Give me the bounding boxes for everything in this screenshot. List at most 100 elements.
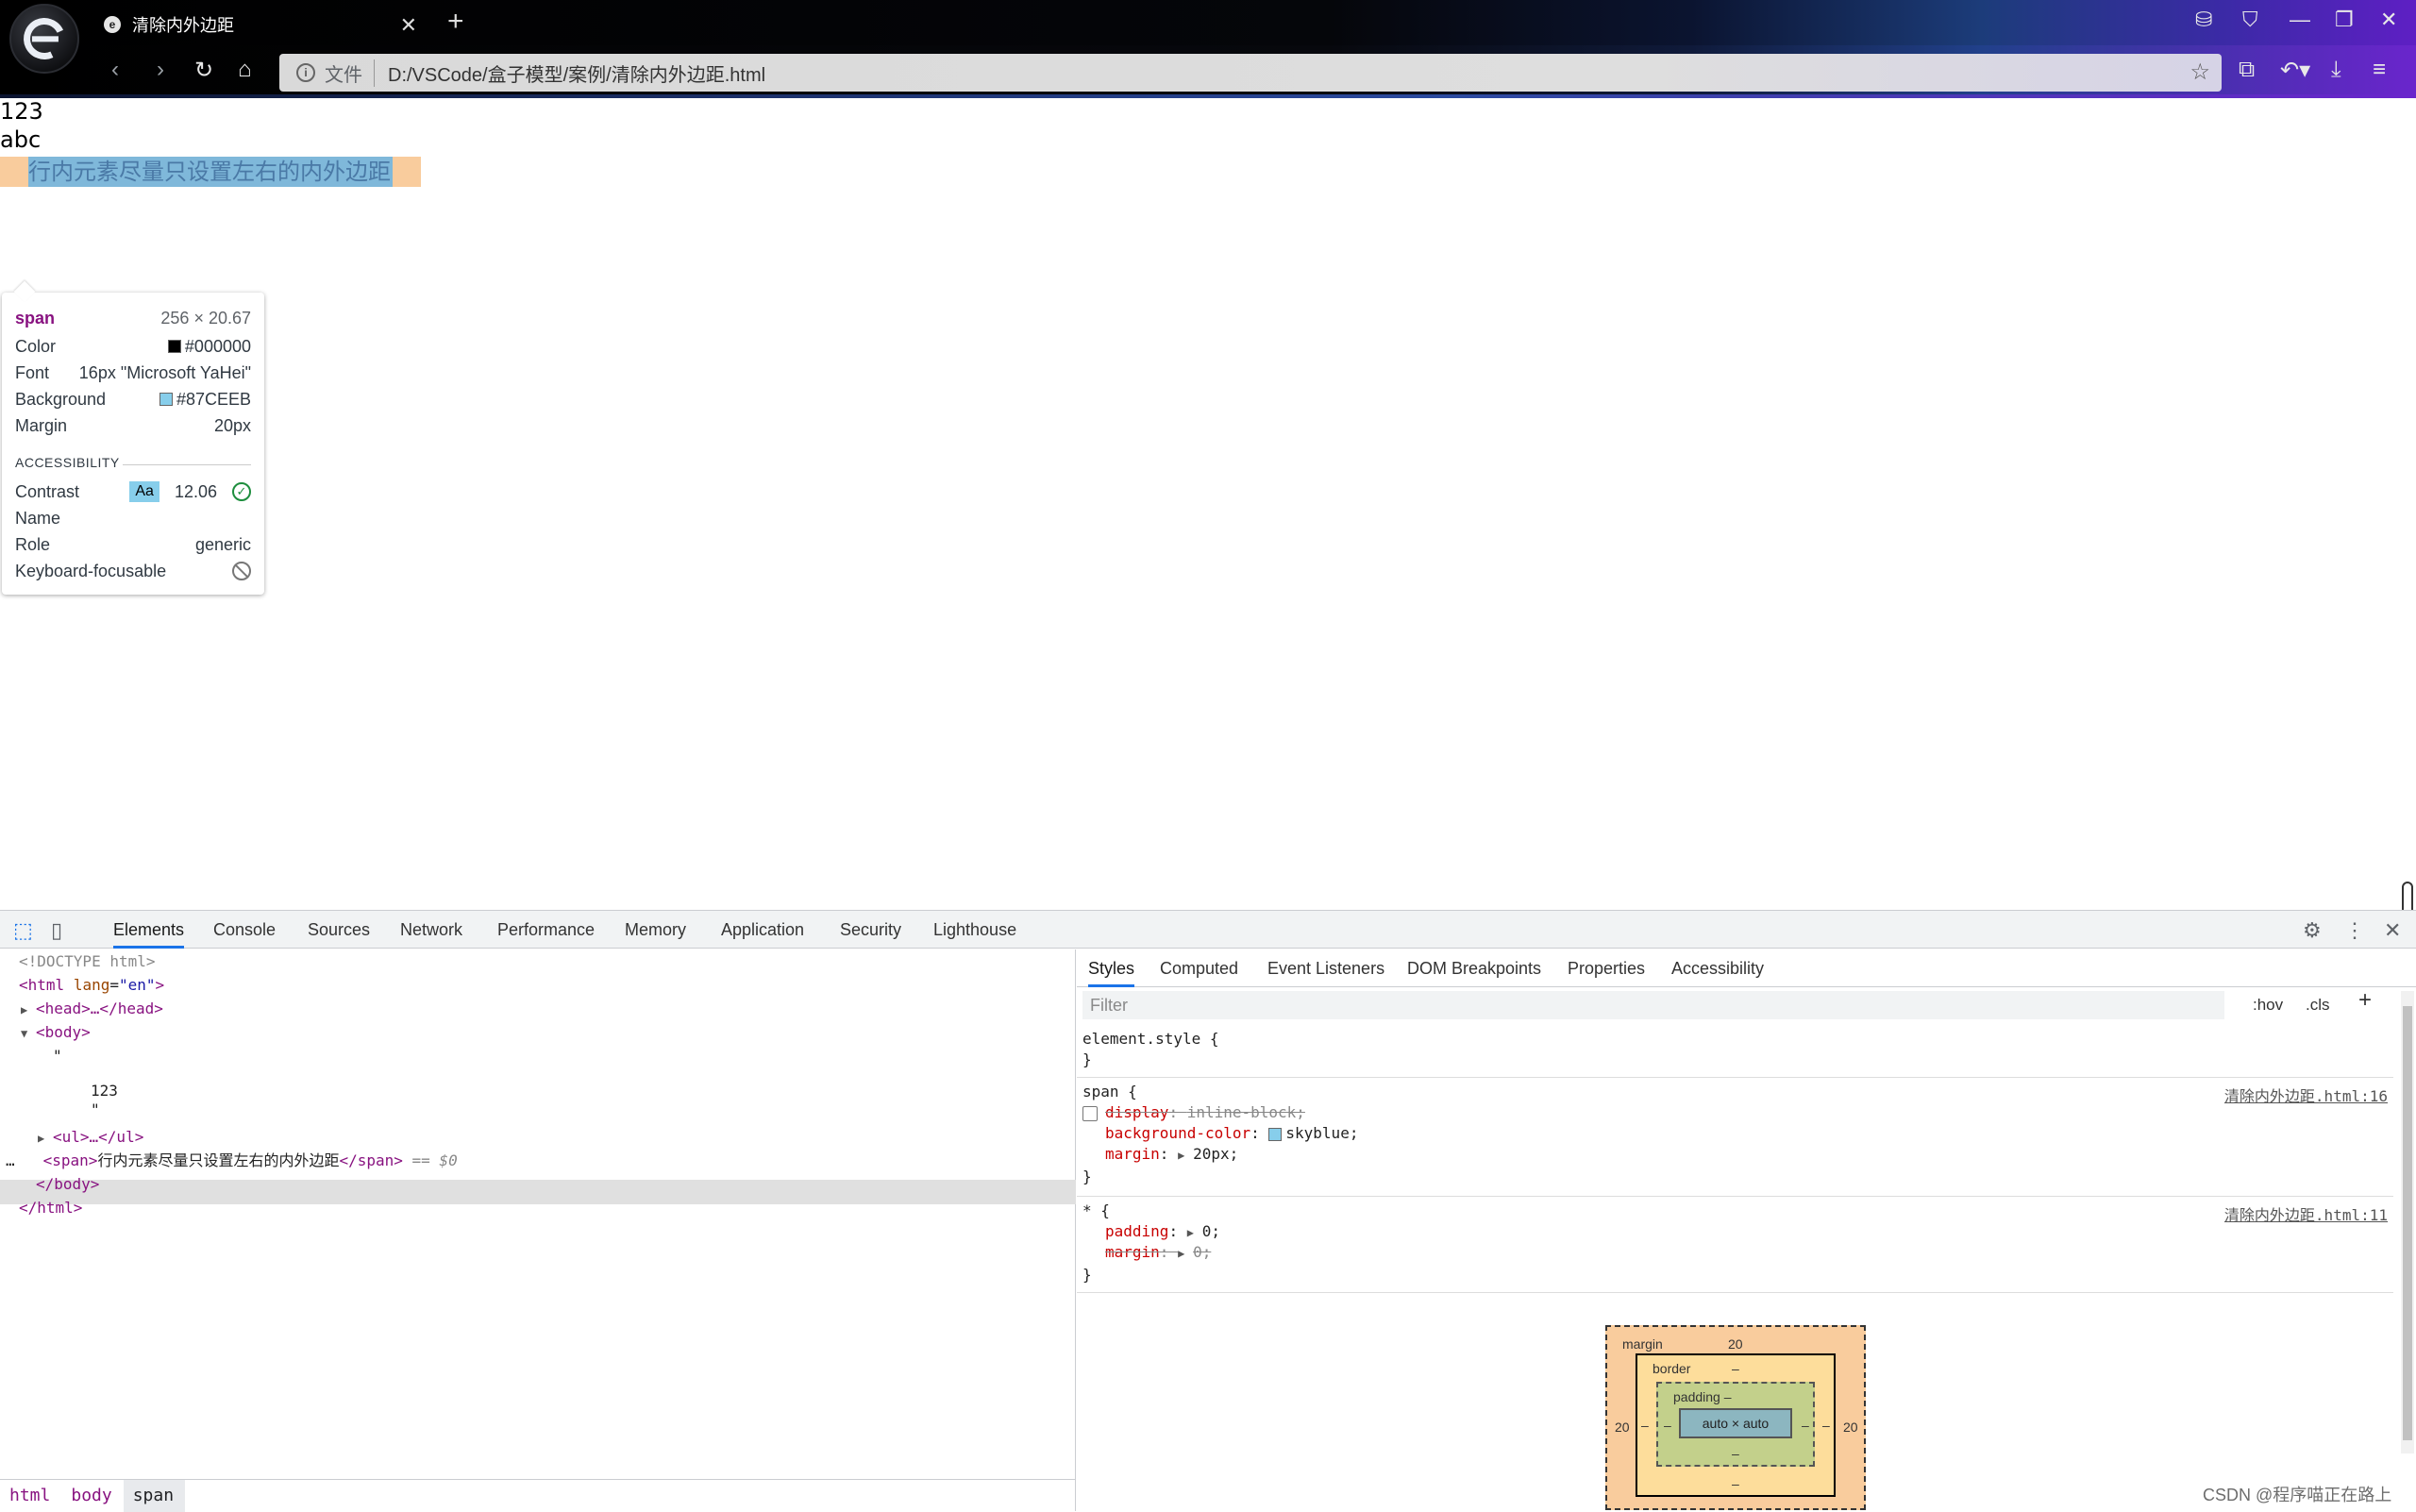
box-model-border-right[interactable]: –	[1822, 1418, 1830, 1433]
tab-memory[interactable]: Memory	[625, 911, 686, 949]
box-model-border-top[interactable]: –	[1732, 1361, 1739, 1376]
more-options-icon[interactable]: ⋮	[2344, 918, 2365, 943]
tab-application[interactable]: Application	[721, 911, 804, 949]
tab-title: 清除内外边距	[132, 16, 234, 35]
box-model-border-left[interactable]: –	[1641, 1418, 1649, 1433]
decl-margin[interactable]: margin: ▶ 20px;	[1105, 1144, 1238, 1165]
info-icon[interactable]: i	[296, 63, 315, 82]
color-swatch-icon[interactable]	[1268, 1127, 1283, 1141]
decl-background-color[interactable]: background-color: skyblue;	[1105, 1123, 1358, 1144]
box-model-padding[interactable]: padding – – – – auto × auto	[1656, 1382, 1815, 1467]
decl-display[interactable]: display: inline-block;	[1082, 1102, 1305, 1123]
dom-ul[interactable]: ▶ <ul>…</ul>	[38, 1125, 143, 1149]
devtools-close-icon[interactable]: ✕	[2384, 918, 2401, 943]
tooltip-color-label: Color	[15, 336, 57, 356]
address-url[interactable]: D:/VSCode/盒子模型/案例/清除内外边距.html	[388, 59, 765, 87]
tab-network[interactable]: Network	[400, 911, 462, 949]
box-model-border-bottom[interactable]: –	[1732, 1476, 1739, 1491]
tab-console[interactable]: Console	[213, 911, 276, 949]
device-toolbar-icon[interactable]: ▯	[51, 918, 62, 943]
span-rule-source-link[interactable]: 清除内外边距.html:16	[2224, 1084, 2388, 1106]
text-abc: abc	[0, 126, 42, 153]
expand-triangle-icon: ▶	[1178, 1149, 1185, 1162]
forward-icon[interactable]: ›	[157, 57, 164, 83]
decl-margin-overridden[interactable]: margin: ▶ 0;	[1105, 1242, 1211, 1263]
dom-html-close[interactable]: </html>	[19, 1196, 82, 1219]
box-model-padding-left[interactable]: –	[1664, 1418, 1671, 1433]
tab-close-icon[interactable]: ✕	[400, 13, 417, 38]
universal-rule-source-link[interactable]: 清除内外边距.html:11	[2224, 1202, 2388, 1225]
tab-accessibility[interactable]: Accessibility	[1671, 949, 1764, 987]
new-tab-button[interactable]: +	[447, 6, 464, 38]
collapse-triangle-icon: ▼	[21, 1027, 28, 1040]
back-icon[interactable]: ‹	[111, 57, 119, 83]
workspaces-icon[interactable]: ⛁	[2195, 8, 2212, 32]
minimize-icon[interactable]: —	[2290, 8, 2310, 32]
span-selector[interactable]: span {	[1082, 1082, 1137, 1102]
tooltip-background-label: Background	[15, 389, 107, 409]
breadcrumb-html[interactable]: html	[0, 1486, 61, 1505]
box-model-margin-left[interactable]: 20	[1615, 1420, 1630, 1435]
dom-doctype[interactable]: <!DOCTYPE html>	[19, 949, 156, 973]
box-model-content[interactable]: auto × auto	[1679, 1408, 1792, 1438]
breadcrumb-span[interactable]: span	[123, 1479, 186, 1512]
inspect-element-icon[interactable]: ⬚	[13, 918, 33, 943]
extensions-icon[interactable]: ⧉	[2239, 57, 2255, 83]
tab-properties[interactable]: Properties	[1568, 949, 1645, 987]
tab-sources[interactable]: Sources	[308, 911, 370, 949]
tab-lighthouse[interactable]: Lighthouse	[933, 911, 1016, 949]
favorite-star-icon[interactable]: ☆	[2190, 59, 2210, 86]
styles-filter-input[interactable]: Filter	[1082, 991, 2224, 1019]
universal-selector[interactable]: * {	[1082, 1201, 1110, 1221]
tab-computed[interactable]: Computed	[1160, 949, 1238, 987]
settings-gear-icon[interactable]: ⚙	[2303, 918, 2322, 943]
hov-toggle[interactable]: :hov	[2253, 991, 2283, 1019]
reload-icon[interactable]: ↻	[194, 57, 213, 84]
box-model-padding-bottom[interactable]: –	[1732, 1446, 1739, 1461]
tooltip-divider	[123, 464, 251, 465]
tab-dom-breakpoints[interactable]: DOM Breakpoints	[1407, 949, 1541, 987]
dom-span[interactable]: … <span>行内元素尽量只设置左右的内外边距</span> == $0	[6, 1149, 458, 1172]
tooltip-margin-value: 20px	[213, 415, 251, 435]
maximize-icon[interactable]: ❐	[2335, 8, 2354, 32]
download-icon[interactable]: ⤓	[2331, 57, 2341, 83]
dom-html-open[interactable]: <html lang="en">	[19, 973, 164, 997]
styles-scrollbar[interactable]	[2401, 991, 2414, 1453]
elements-pane: <!DOCTYPE html> <html lang="en"> ▶ <head>…	[0, 949, 1076, 1512]
box-model-padding-right[interactable]: –	[1802, 1418, 1809, 1433]
browser-tab[interactable]: e 清除内外边距 ✕	[91, 4, 427, 45]
property-checkbox[interactable]	[1082, 1105, 1098, 1121]
shield-icon[interactable]: ⛉	[2242, 8, 2258, 32]
tab-performance[interactable]: Performance	[497, 911, 595, 949]
box-model-border[interactable]: border – – – – padding – – – – auto × au…	[1636, 1353, 1836, 1497]
new-rule-button[interactable]: +	[2358, 987, 2372, 1014]
tab-security[interactable]: Security	[840, 911, 901, 949]
collections-icon[interactable]: ≡	[2373, 57, 2386, 83]
tooltip-tag: span	[15, 308, 56, 328]
breadcrumb-body[interactable]: body	[61, 1486, 123, 1505]
dom-body-close[interactable]: </body>	[36, 1172, 99, 1196]
dom-text-quote-end[interactable]: "	[91, 1098, 100, 1121]
decl-padding[interactable]: padding: ▶ 0;	[1105, 1221, 1220, 1242]
tab-elements[interactable]: Elements	[113, 911, 185, 949]
selected-dom-row[interactable]	[0, 1180, 1076, 1204]
tab-event-listeners[interactable]: Event Listeners	[1267, 949, 1384, 987]
tooltip-name-label: Name	[15, 508, 61, 528]
box-model-margin[interactable]: margin 20 20 20 border – – – – padding –…	[1605, 1325, 1866, 1510]
undo-icon[interactable]: ↶▾	[2280, 57, 2310, 84]
window-close-icon[interactable]: ✕	[2380, 8, 2397, 32]
dom-head[interactable]: ▶ <head>…</head>	[21, 997, 163, 1020]
box-model-margin-top[interactable]: 20	[1728, 1336, 1743, 1352]
element-style-selector[interactable]: element.style {	[1082, 1029, 1219, 1050]
styles-scroll-thumb[interactable]	[2403, 1006, 2412, 1440]
home-icon[interactable]: ⌂	[238, 57, 252, 83]
box-model-padding-label: padding –	[1673, 1389, 1732, 1404]
span-text: 行内元素尽量只设置左右的内外边距	[28, 159, 391, 185]
tooltip-font-value: 16px "Microsoft YaHei"	[78, 362, 251, 382]
dom-text-quote[interactable]: "	[53, 1044, 62, 1067]
cls-toggle[interactable]: .cls	[2306, 991, 2330, 1019]
address-bar[interactable]: i 文件 D:/VSCode/盒子模型/案例/清除内外边距.html ☆	[279, 54, 2222, 92]
box-model-margin-right[interactable]: 20	[1843, 1420, 1858, 1435]
tab-styles[interactable]: Styles	[1088, 949, 1135, 987]
dom-body-open[interactable]: ▼ <body>	[21, 1020, 91, 1044]
